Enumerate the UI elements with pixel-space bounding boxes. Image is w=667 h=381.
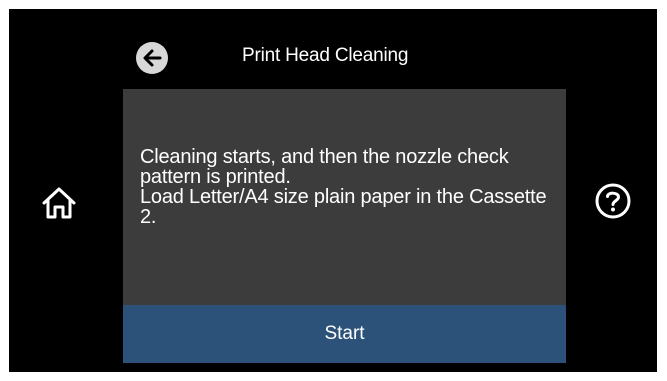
dialog-message: Cleaning starts, and then the nozzle che…	[140, 147, 560, 227]
message-line: Cleaning starts, and then the nozzle che…	[140, 146, 509, 188]
back-button[interactable]	[136, 42, 168, 74]
home-button[interactable]	[39, 183, 79, 223]
home-icon	[42, 187, 76, 219]
page-title: Print Head Cleaning	[242, 45, 409, 66]
printer-screen: Print Head Cleaning Cleaning starts, and…	[9, 9, 657, 372]
start-button[interactable]: Start	[123, 305, 566, 363]
message-line: Load Letter/A4 size plain paper in the C…	[140, 186, 547, 228]
question-mark-icon	[595, 183, 631, 219]
help-button[interactable]	[594, 182, 632, 220]
dialog: Cleaning starts, and then the nozzle che…	[123, 89, 566, 363]
header: Print Head Cleaning	[9, 9, 657, 99]
arrow-left-icon	[143, 49, 162, 67]
